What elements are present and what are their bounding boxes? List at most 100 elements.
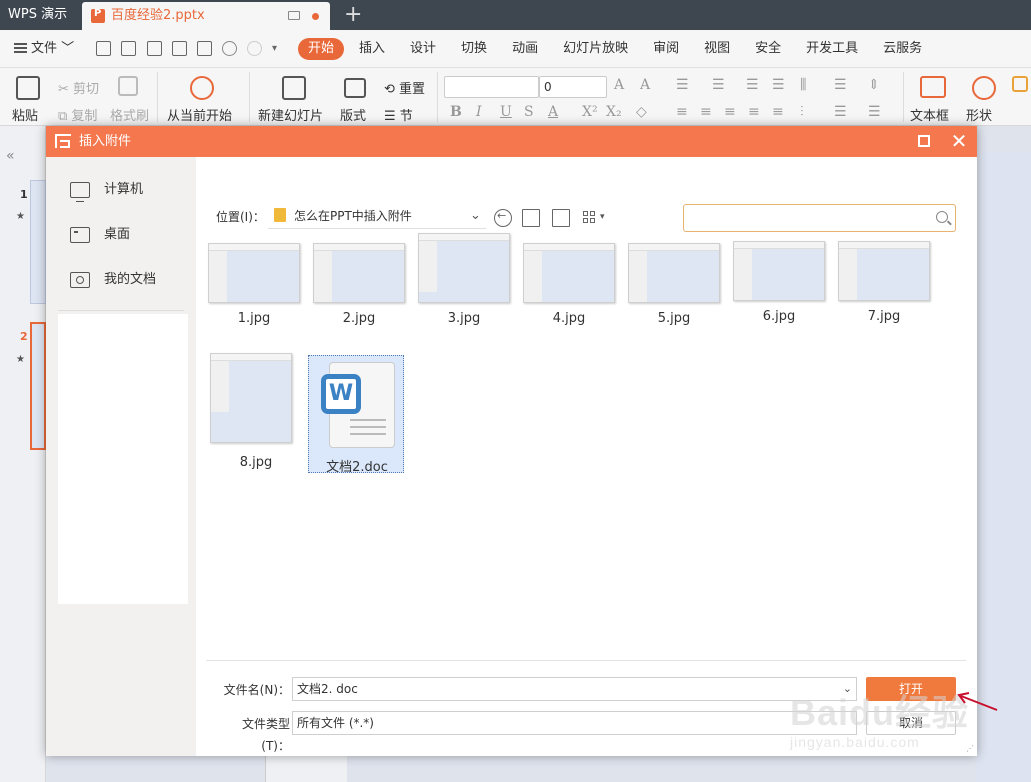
- file-item[interactable]: 3.jpg: [416, 233, 512, 326]
- new-slide-icon[interactable]: [282, 76, 306, 100]
- new-slide-button[interactable]: 新建幻灯片: [258, 105, 323, 124]
- align-text-icon[interactable]: ☰: [834, 77, 847, 93]
- line-spacing-icon[interactable]: ⇕: [868, 77, 880, 93]
- text-direction-icon[interactable]: ⫼: [800, 77, 806, 93]
- search-icon[interactable]: [936, 211, 948, 223]
- location-dropdown[interactable]: 怎么在PPT中插入附件 ⌄: [268, 203, 486, 229]
- file-item[interactable]: 6.jpg: [731, 241, 827, 331]
- tab-3[interactable]: 切换: [451, 38, 497, 60]
- play-from-current-icon[interactable]: [190, 76, 214, 100]
- paragraph-icon[interactable]: ☰: [868, 104, 881, 120]
- file-item[interactable]: 4.jpg: [521, 243, 617, 333]
- file-item[interactable]: 2.jpg: [311, 243, 407, 333]
- collapse-panel-icon[interactable]: «: [6, 148, 15, 164]
- file-item[interactable]: 8.jpg: [208, 353, 304, 470]
- align-left-icon[interactable]: ≡: [676, 104, 688, 120]
- increase-font-icon[interactable]: A: [614, 77, 624, 93]
- bold-icon[interactable]: B: [450, 104, 462, 120]
- pdf-icon[interactable]: [147, 41, 162, 56]
- dialog-title-bar[interactable]: 插入附件 ✕: [46, 126, 977, 157]
- subscript-icon[interactable]: X₂: [606, 104, 622, 120]
- layout-button[interactable]: 版式: [340, 105, 366, 124]
- back-icon[interactable]: [494, 209, 512, 227]
- format-painter-icon[interactable]: [118, 76, 138, 96]
- tab-10[interactable]: 云服务: [873, 38, 932, 60]
- view-mode-icon[interactable]: [583, 211, 597, 225]
- distribute-icon[interactable]: ≡: [772, 104, 784, 120]
- new-tab-plus-icon[interactable]: +: [344, 3, 362, 27]
- paragraph-spacing-icon[interactable]: ☰: [834, 104, 847, 120]
- copy-button[interactable]: ⧉ 复制: [58, 105, 97, 124]
- tab-5[interactable]: 幻灯片放映: [553, 38, 638, 60]
- filetype-select[interactable]: 所有文件 (*.*): [292, 711, 857, 735]
- cut-button[interactable]: ✂ 剪切: [58, 78, 99, 97]
- numbering-icon[interactable]: ☰: [712, 77, 725, 93]
- bullets-icon[interactable]: ☰: [676, 77, 689, 93]
- up-folder-icon[interactable]: [522, 209, 540, 227]
- tab-7[interactable]: 视图: [694, 38, 740, 60]
- new-folder-icon[interactable]: [552, 209, 570, 227]
- align-center-icon[interactable]: ≡: [700, 104, 712, 120]
- section-button[interactable]: ☰ 节: [384, 105, 413, 124]
- nav-item-computer[interactable]: 计算机: [66, 175, 143, 205]
- font-color-icon[interactable]: A: [548, 104, 558, 120]
- format-painter-button[interactable]: 格式刷: [110, 105, 149, 124]
- close-icon[interactable]: ✕: [949, 130, 969, 152]
- textbox-icon[interactable]: [920, 76, 946, 98]
- print-preview-icon[interactable]: [197, 41, 212, 56]
- shape-button[interactable]: 形状: [966, 105, 992, 124]
- save-icon[interactable]: [121, 41, 136, 56]
- unsaved-dot-icon[interactable]: [312, 13, 319, 20]
- italic-icon[interactable]: I: [476, 104, 482, 120]
- document-tab[interactable]: 百度经验2.pptx: [82, 2, 330, 30]
- view-mode-cell: [583, 218, 588, 223]
- quick-access-dropdown-icon[interactable]: ▾: [272, 41, 287, 56]
- file-item[interactable]: 5.jpg: [626, 243, 722, 333]
- tab-0[interactable]: 开始: [298, 38, 345, 60]
- tab-1[interactable]: 插入: [349, 38, 395, 60]
- clear-format-icon[interactable]: ◇: [636, 104, 647, 120]
- slide-thumbnail-selected[interactable]: [30, 322, 46, 450]
- layout-icon[interactable]: [344, 78, 366, 98]
- reset-button[interactable]: ⟲ 重置: [384, 78, 425, 97]
- file-item[interactable]: W 文档2.doc: [308, 355, 404, 475]
- redo-icon[interactable]: [247, 41, 262, 56]
- tab-8[interactable]: 安全: [745, 38, 791, 60]
- justify-icon[interactable]: ≡: [748, 104, 760, 120]
- tab-2[interactable]: 设计: [400, 38, 446, 60]
- decrease-font-icon[interactable]: A: [640, 77, 650, 93]
- tab-4[interactable]: 动画: [502, 38, 548, 60]
- from-current-button[interactable]: 从当前开始: [167, 105, 232, 124]
- file-menu[interactable]: 文件 ﹀: [14, 30, 74, 68]
- paste-icon[interactable]: [16, 76, 40, 100]
- search-input[interactable]: [683, 204, 956, 232]
- undo-icon[interactable]: [222, 41, 237, 56]
- monitor-icon[interactable]: [288, 11, 300, 20]
- paste-button[interactable]: 粘贴: [12, 105, 38, 124]
- slide-thumbnail[interactable]: [30, 180, 46, 304]
- view-mode-dropdown-icon[interactable]: ▾: [600, 212, 605, 222]
- filename-field[interactable]: 文档2. doc ⌄: [292, 677, 857, 701]
- textbox-button[interactable]: 文本框: [910, 105, 949, 124]
- font-family-select[interactable]: [444, 76, 539, 98]
- align-right-icon[interactable]: ≡: [724, 104, 736, 120]
- maximize-icon[interactable]: [918, 135, 930, 147]
- strikethrough-icon[interactable]: S: [524, 104, 534, 120]
- underline-icon[interactable]: U: [500, 104, 512, 120]
- nav-item-my-documents[interactable]: 我的文档: [66, 265, 156, 295]
- nav-item-desktop[interactable]: 桌面: [66, 220, 130, 250]
- tab-9[interactable]: 开发工具: [796, 38, 868, 60]
- increase-indent-icon[interactable]: ☰: [772, 77, 785, 93]
- app-tab[interactable]: WPS 演示: [0, 0, 78, 30]
- picture-icon[interactable]: [1012, 76, 1028, 92]
- columns-icon[interactable]: ⫶: [800, 104, 804, 120]
- file-item[interactable]: 1.jpg: [206, 243, 302, 333]
- decrease-indent-icon[interactable]: ☰: [746, 77, 759, 93]
- superscript-icon[interactable]: X²: [582, 104, 598, 120]
- shape-icon[interactable]: [972, 76, 996, 100]
- font-size-select[interactable]: 0: [539, 76, 607, 98]
- file-item[interactable]: 7.jpg: [836, 241, 932, 331]
- open-icon[interactable]: [96, 41, 111, 56]
- print-icon[interactable]: [172, 41, 187, 56]
- tab-6[interactable]: 审阅: [643, 38, 689, 60]
